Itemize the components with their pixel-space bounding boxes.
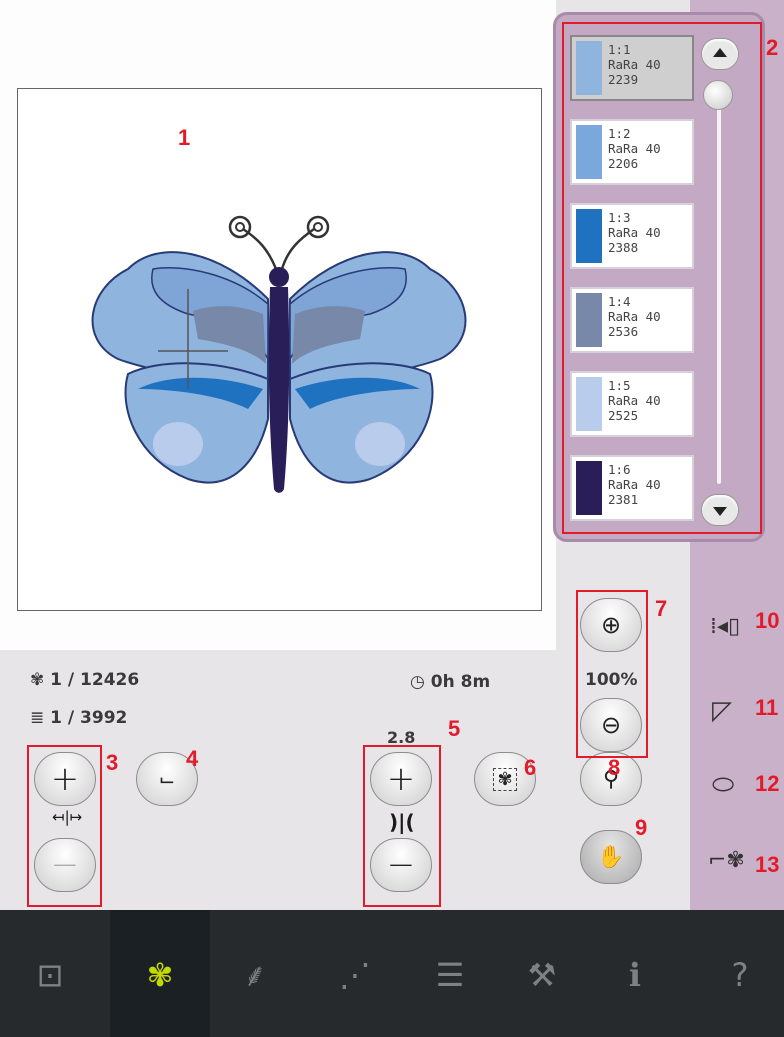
callout-3: 3 (106, 750, 119, 775)
time-value: 0h 8m (430, 672, 491, 692)
hand-icon: ✋ (597, 844, 625, 870)
callout-8: 8 (608, 755, 621, 780)
sewing-mode-icon[interactable]: ⊡ (20, 950, 80, 1000)
move-hoop-icon[interactable]: ⁞◂▯ (710, 614, 740, 639)
callout-2: 2 (766, 35, 779, 60)
clock-icon: ◷ (410, 672, 425, 692)
help-icon[interactable]: ? (710, 950, 770, 1000)
embroidery-time: ◷ 0h 8m (410, 672, 490, 692)
color-block-counter: ≣ 1 / 3992 (30, 708, 127, 728)
info-icon[interactable]: ℹ (605, 950, 665, 1000)
hoop-position-icon[interactable]: ⬭ (712, 770, 734, 801)
callout-6: 6 (524, 755, 537, 780)
stitch-program-icon[interactable]: ⋰ (325, 950, 385, 1000)
butterfly-frame-icon: ✾ (493, 767, 517, 791)
callout-7: 7 (655, 596, 668, 621)
callout-10: 10 (755, 608, 780, 633)
callout-1: 1 (178, 125, 191, 150)
callout-11: 11 (755, 695, 779, 720)
stitch-menu-icon[interactable]: ⸙ (225, 950, 285, 1000)
design-position-icon[interactable]: ⌐✾ (708, 848, 745, 873)
callout-4: 4 (186, 746, 199, 771)
hoop-area[interactable] (17, 88, 542, 611)
butterfly-design (91, 215, 467, 493)
bottom-tab-bar: ⊡ ✾ ⸙ ⋰ ☰ ⚒ ℹ ? (0, 910, 784, 1037)
embroidery-edit-icon[interactable]: ✾ (130, 950, 190, 1000)
butterfly-icon: ✾ (30, 670, 45, 690)
callout-5: 5 (448, 716, 461, 741)
pan-button[interactable]: ✋ (580, 830, 642, 884)
callout-13: 13 (755, 852, 780, 877)
settings-list-icon[interactable]: ☰ (420, 950, 480, 1000)
tools-icon[interactable]: ⚒ (512, 950, 572, 1000)
stitch-count-value: 1 / 12426 (50, 670, 140, 690)
baste-icon: ⌙ (158, 767, 176, 791)
color-block-icon: ≣ (30, 708, 45, 728)
trim-icon[interactable]: ◸ (712, 696, 732, 726)
callout-12: 12 (755, 771, 780, 796)
stitch-counter: ✾ 1 / 12426 (30, 670, 139, 690)
color-block-value: 1 / 3992 (50, 708, 128, 728)
callout-9: 9 (635, 815, 648, 840)
